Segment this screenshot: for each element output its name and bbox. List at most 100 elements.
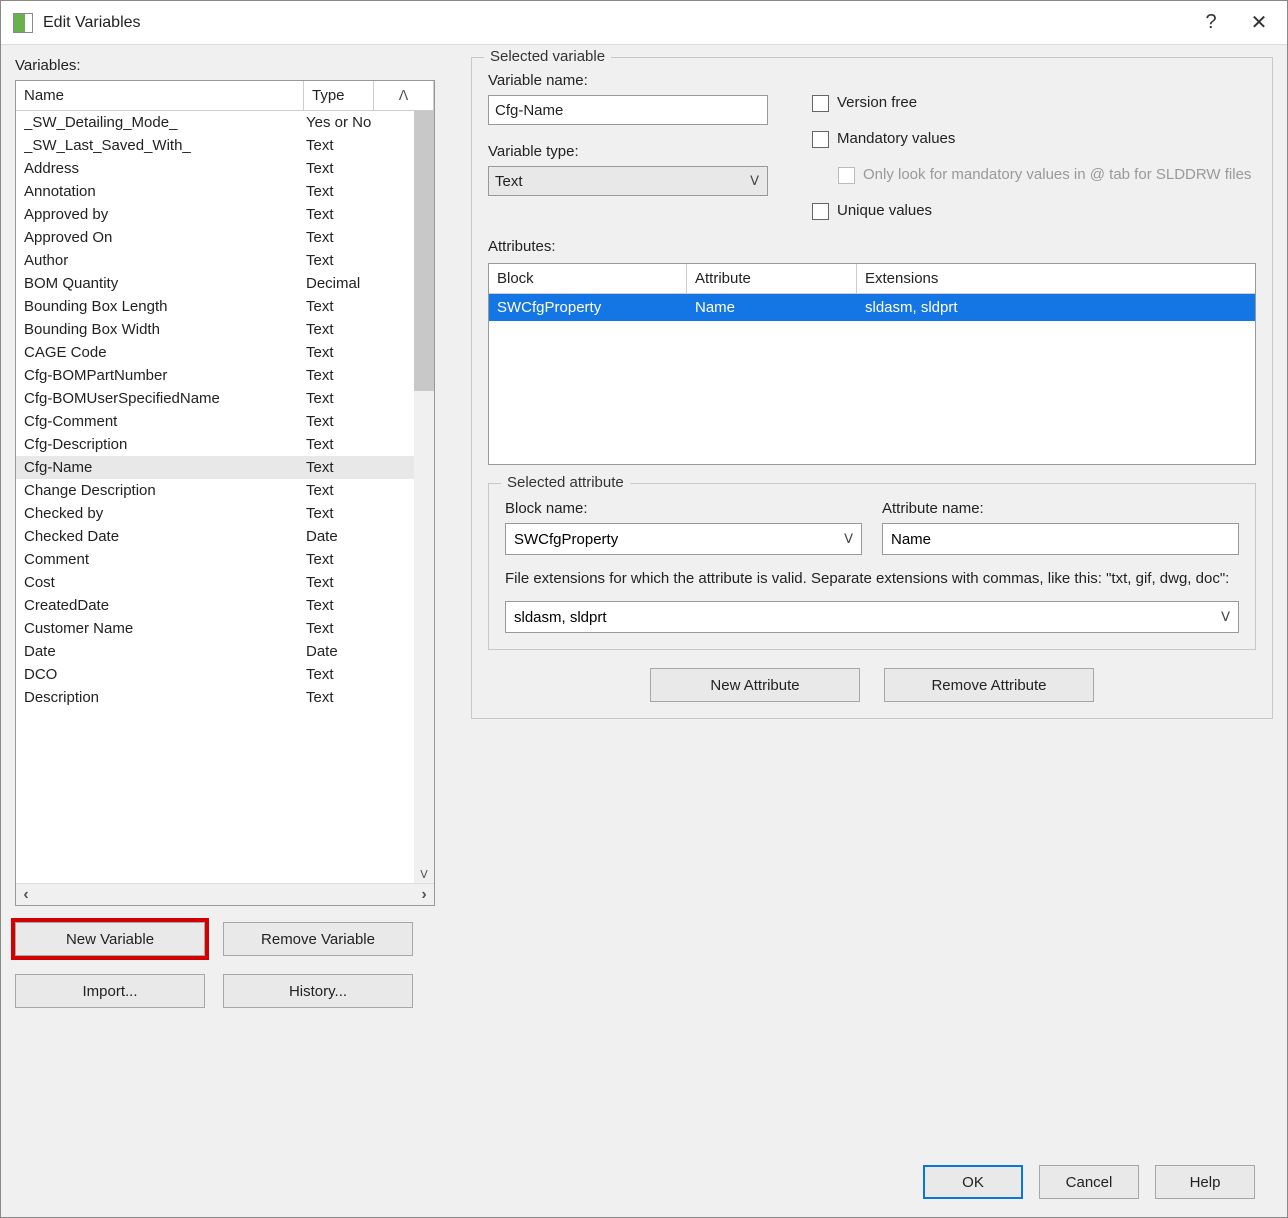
variables-listbox[interactable]: Name Type ᐱ _SW_Detailing_Mode_Yes or No… xyxy=(15,80,435,906)
horizontal-scrollbar[interactable]: ‹ › xyxy=(16,883,434,905)
column-header-type[interactable]: Type xyxy=(304,81,374,110)
variable-row[interactable]: Cfg-NameText xyxy=(16,456,414,479)
new-attribute-button[interactable]: New Attribute xyxy=(650,668,860,702)
variable-type: Text xyxy=(306,574,396,591)
column-header-attribute[interactable]: Attribute xyxy=(687,264,857,293)
variable-row[interactable]: CAGE CodeText xyxy=(16,341,414,364)
variable-row[interactable]: Approved OnText xyxy=(16,226,414,249)
variable-row[interactable]: Checked byText xyxy=(16,502,414,525)
variable-row[interactable]: DescriptionText xyxy=(16,686,414,709)
variable-name-input[interactable] xyxy=(488,95,768,125)
variable-row[interactable]: BOM QuantityDecimal xyxy=(16,272,414,295)
variable-type: Text xyxy=(306,390,396,407)
variable-row[interactable]: DateDate xyxy=(16,640,414,663)
variable-row[interactable]: Cfg-CommentText xyxy=(16,410,414,433)
variable-type: Decimal xyxy=(306,275,396,292)
variable-name: Change Description xyxy=(24,482,306,499)
ok-button[interactable]: OK xyxy=(923,1165,1023,1199)
attribute-cell-block: SWCfgProperty xyxy=(497,299,695,316)
cancel-button[interactable]: Cancel xyxy=(1039,1165,1139,1199)
scroll-right-icon[interactable]: › xyxy=(414,886,434,904)
variable-type: Date xyxy=(306,643,396,660)
variable-row[interactable]: AuthorText xyxy=(16,249,414,272)
variable-type: Text xyxy=(306,183,396,200)
selected-variable-group-label: Selected variable xyxy=(484,48,611,65)
column-header-extensions[interactable]: Extensions xyxy=(857,264,1255,293)
scrollbar-thumb[interactable] xyxy=(414,111,434,391)
history-button[interactable]: History... xyxy=(223,974,413,1008)
attribute-name-input[interactable] xyxy=(882,523,1239,555)
variable-row[interactable]: CostText xyxy=(16,571,414,594)
scroll-left-icon[interactable]: ‹ xyxy=(16,886,36,904)
attribute-name-label: Attribute name: xyxy=(882,500,1239,517)
scroll-up-icon[interactable]: ᐱ xyxy=(374,81,434,110)
selected-variable-group: Selected variable Variable name: Variabl… xyxy=(471,57,1273,719)
extensions-description: File extensions for which the attribute … xyxy=(505,569,1239,589)
variable-name: Comment xyxy=(24,551,306,568)
new-variable-button[interactable]: New Variable xyxy=(15,922,205,956)
variable-type: Text xyxy=(306,620,396,637)
help-icon[interactable]: ? xyxy=(1187,3,1235,43)
variable-name: Cost xyxy=(24,574,306,591)
variable-row[interactable]: Approved byText xyxy=(16,203,414,226)
variable-row[interactable]: CreatedDateText xyxy=(16,594,414,617)
variable-type: Date xyxy=(306,528,396,545)
variable-name: DCO xyxy=(24,666,306,683)
scroll-down-icon[interactable]: ᐯ xyxy=(414,865,434,883)
variable-row[interactable]: Cfg-BOMPartNumberText xyxy=(16,364,414,387)
variable-type: Text xyxy=(306,229,396,246)
import-button[interactable]: Import... xyxy=(15,974,205,1008)
mandatory-sub-checkbox: Only look for mandatory values in @ tab … xyxy=(838,166,1256,184)
variable-name: _SW_Detailing_Mode_ xyxy=(24,114,306,131)
column-header-block[interactable]: Block xyxy=(489,264,687,293)
variable-type: Text xyxy=(306,298,396,315)
variable-type-label: Variable type: xyxy=(488,143,788,160)
variable-name: Address xyxy=(24,160,306,177)
variable-type: Text xyxy=(306,252,396,269)
variable-type: Text xyxy=(306,436,396,453)
unique-values-checkbox[interactable]: Unique values xyxy=(812,202,1256,220)
remove-attribute-button[interactable]: Remove Attribute xyxy=(884,668,1094,702)
block-name-dropdown[interactable]: SWCfgProperty ᐯ xyxy=(505,523,862,555)
variable-row[interactable]: Bounding Box LengthText xyxy=(16,295,414,318)
variable-row[interactable]: Customer NameText xyxy=(16,617,414,640)
variable-name: Annotation xyxy=(24,183,306,200)
column-header-name[interactable]: Name xyxy=(16,81,304,110)
variable-name: Cfg-BOMPartNumber xyxy=(24,367,306,384)
variable-row[interactable]: Checked DateDate xyxy=(16,525,414,548)
variable-name-label: Variable name: xyxy=(488,72,788,89)
variable-type-dropdown[interactable]: Text ᐯ xyxy=(488,166,768,196)
attribute-row[interactable]: SWCfgPropertyNamesldasm, sldprt xyxy=(489,294,1255,321)
dialog-footer: OK Cancel Help xyxy=(471,1155,1273,1217)
variable-row[interactable]: Cfg-DescriptionText xyxy=(16,433,414,456)
variable-row[interactable]: CommentText xyxy=(16,548,414,571)
variable-name: _SW_Last_Saved_With_ xyxy=(24,137,306,154)
edit-variables-dialog: Edit Variables ? ✕ Variables: Name Type … xyxy=(0,0,1288,1218)
close-icon[interactable]: ✕ xyxy=(1235,3,1283,43)
variable-row[interactable]: AddressText xyxy=(16,157,414,180)
dialog-title: Edit Variables xyxy=(41,14,1187,32)
variable-type: Text xyxy=(306,367,396,384)
variable-row[interactable]: _SW_Detailing_Mode_Yes or No xyxy=(16,111,414,134)
variable-name: BOM Quantity xyxy=(24,275,306,292)
vertical-scrollbar[interactable]: ᐯ xyxy=(414,111,434,883)
variable-type: Text xyxy=(306,505,396,522)
attributes-table[interactable]: Block Attribute Extensions SWCfgProperty… xyxy=(488,263,1256,465)
variables-label: Variables: xyxy=(15,57,435,74)
variable-row[interactable]: Change DescriptionText xyxy=(16,479,414,502)
remove-variable-button[interactable]: Remove Variable xyxy=(223,922,413,956)
mandatory-values-checkbox[interactable]: Mandatory values xyxy=(812,130,1256,148)
variable-row[interactable]: AnnotationText xyxy=(16,180,414,203)
help-button[interactable]: Help xyxy=(1155,1165,1255,1199)
variable-row[interactable]: _SW_Last_Saved_With_Text xyxy=(16,134,414,157)
variable-row[interactable]: DCOText xyxy=(16,663,414,686)
version-free-checkbox[interactable]: Version free xyxy=(812,94,1256,112)
variable-type: Text xyxy=(306,344,396,361)
variable-row[interactable]: Cfg-BOMUserSpecifiedNameText xyxy=(16,387,414,410)
selected-attribute-group-label: Selected attribute xyxy=(501,474,630,491)
extensions-dropdown[interactable]: sldasm, sldprt ᐯ xyxy=(505,601,1239,633)
variable-row[interactable]: Bounding Box WidthText xyxy=(16,318,414,341)
variable-name: Approved On xyxy=(24,229,306,246)
variable-type: Text xyxy=(306,689,396,706)
variable-name: Cfg-Comment xyxy=(24,413,306,430)
